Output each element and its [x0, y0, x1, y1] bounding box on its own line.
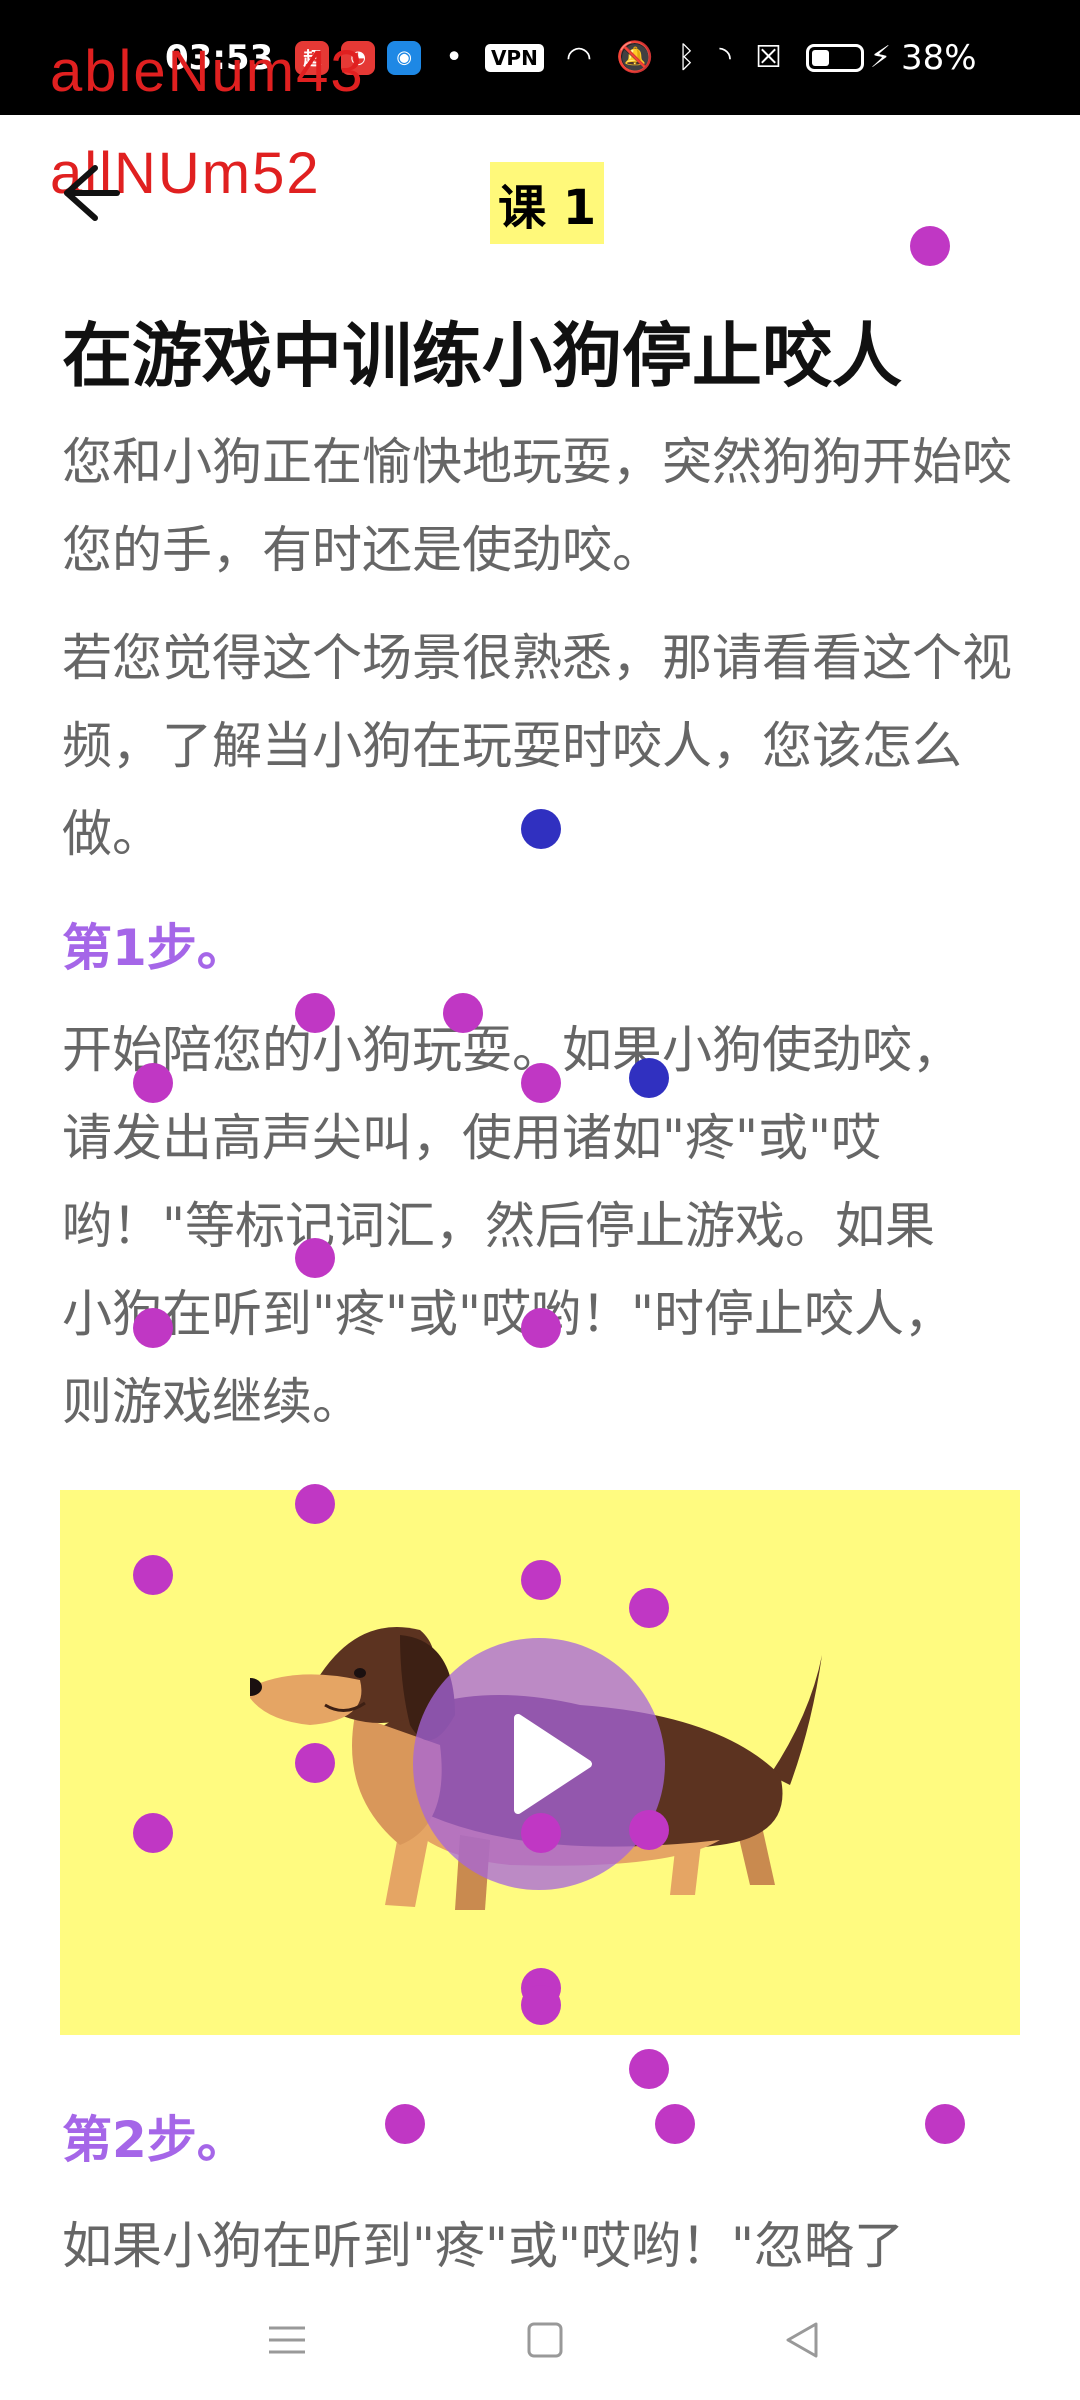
vpn-badge: VPN — [484, 43, 544, 72]
charging-icon: ⚡ — [869, 40, 891, 75]
touch-marker — [295, 1743, 335, 1783]
browser-app-icon: ◉ — [387, 40, 422, 75]
dot-icon: • — [445, 40, 463, 75]
speed-icon: ◠ — [565, 40, 592, 75]
touch-marker — [521, 809, 561, 849]
touch-marker — [521, 1813, 561, 1853]
touch-marker — [133, 1308, 173, 1348]
battery-icon — [805, 43, 864, 72]
screen: 03:53 超 ◔ ◉ • VPN ◠ 🔕 ᛒ ◝ ☒ ⚡ 38% ableNu… — [0, 0, 1080, 2400]
touch-marker — [133, 1063, 173, 1103]
step-1-body: 开始陪您的小狗玩耍。如果小狗使劲咬，请发出高声尖叫，使用诸如"疼"或"哎哟！"等… — [62, 1021, 962, 1431]
debug-overlay-label: ableNum43 — [50, 39, 365, 104]
touch-marker — [655, 2104, 695, 2144]
touch-marker — [925, 2104, 965, 2144]
touch-marker — [521, 1985, 561, 2025]
lesson-title: 课 1 — [490, 162, 605, 244]
back-arrow-icon[interactable] — [55, 158, 125, 228]
touch-marker — [629, 1588, 669, 1628]
touch-marker — [133, 1813, 173, 1853]
system-nav-bar — [0, 2280, 1080, 2400]
touch-marker — [629, 1810, 669, 1850]
touch-marker — [521, 1560, 561, 1600]
intro-paragraph: 您和小狗正在愉快地玩耍，突然狗狗开始咬您的手，有时还是使劲咬。 — [62, 433, 1012, 579]
touch-marker — [295, 1238, 335, 1278]
touch-marker — [521, 1063, 561, 1103]
home-icon[interactable] — [515, 2310, 575, 2370]
wifi-icon: ◝ — [719, 40, 731, 75]
step-1-title: 第1步。 — [62, 919, 247, 977]
mute-icon: 🔕 — [616, 40, 654, 75]
article-headline: 在游戏中训练小狗停止咬人 — [62, 315, 902, 397]
touch-marker — [443, 993, 483, 1033]
touch-marker — [910, 226, 950, 266]
touch-marker — [629, 1058, 669, 1098]
touch-marker — [629, 2049, 669, 2089]
touch-marker — [133, 1555, 173, 1595]
sim-icon: ☒ — [754, 40, 782, 75]
battery-percent: 38% — [900, 37, 977, 78]
step-2-title: 第2步。 — [62, 2111, 247, 2169]
touch-marker — [521, 1308, 561, 1348]
touch-marker — [295, 1484, 335, 1524]
bluetooth-icon: ᛒ — [677, 40, 696, 75]
back-triangle-icon[interactable] — [772, 2310, 832, 2370]
touch-marker — [295, 993, 335, 1033]
step-2-body: 如果小狗在听到"疼"或"哎哟！"忽略了 — [62, 2217, 904, 2275]
touch-marker — [385, 2104, 425, 2144]
menu-icon[interactable] — [257, 2310, 317, 2370]
